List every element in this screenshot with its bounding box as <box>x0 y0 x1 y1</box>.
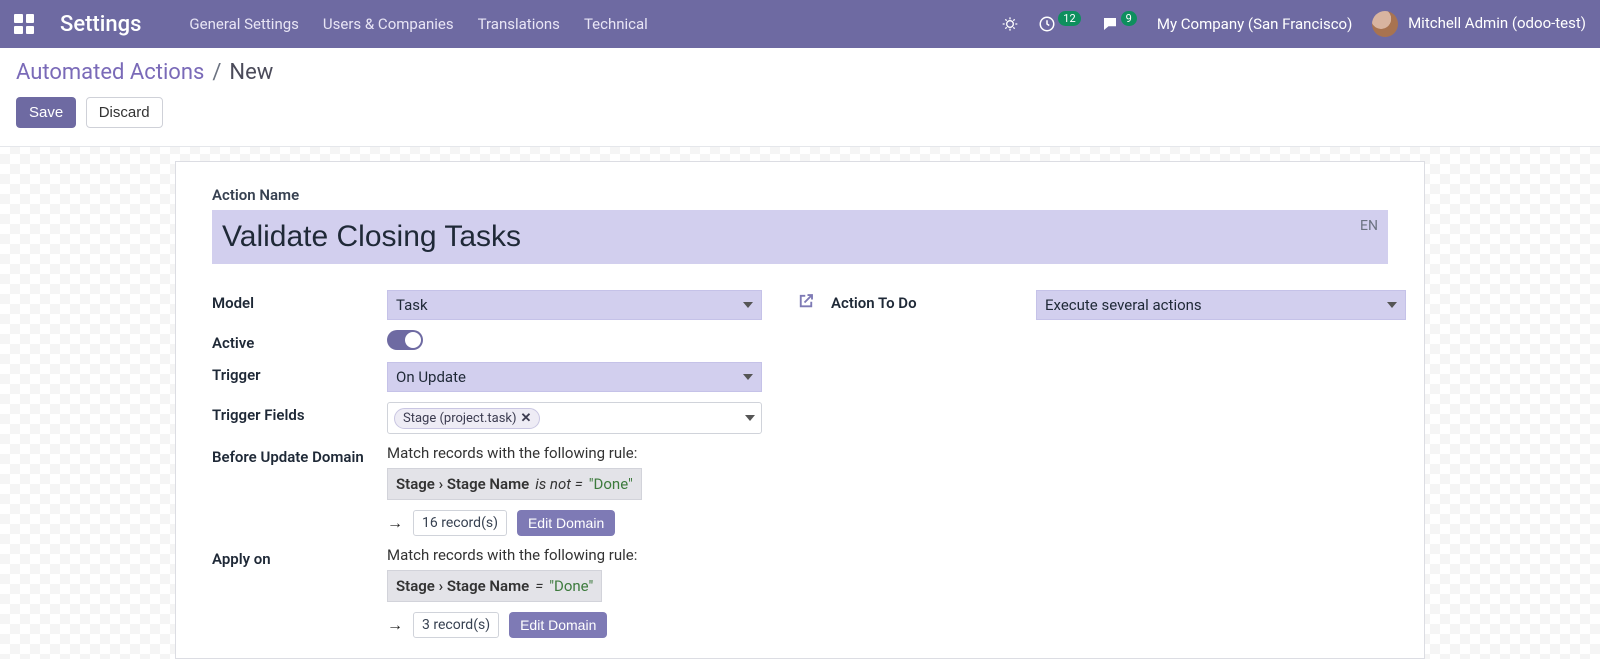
domain-path: Stage › Stage Name <box>396 475 529 493</box>
action-to-do-label: Action To Do <box>831 290 991 312</box>
translate-badge[interactable]: EN <box>1360 218 1378 234</box>
app-title: Settings <box>60 12 141 37</box>
match-rule-text: Match records with the following rule: <box>387 546 831 564</box>
company-selector[interactable]: My Company (San Francisco) <box>1157 15 1352 33</box>
action-name-label: Action Name <box>212 186 1388 204</box>
top-navbar: Settings General Settings Users & Compan… <box>0 0 1600 48</box>
debug-icon[interactable] <box>1002 16 1018 32</box>
sheet-header: Action Name EN <box>212 186 1388 264</box>
edit-domain-button[interactable]: Edit Domain <box>509 612 607 638</box>
model-external-link-icon[interactable] <box>787 290 831 315</box>
domain-operator: = <box>535 577 543 595</box>
activity-icon[interactable]: 12 <box>1038 15 1080 33</box>
active-toggle[interactable] <box>387 330 423 350</box>
action-to-do-select[interactable]: Execute several actions <box>1036 290 1406 320</box>
nav-translations[interactable]: Translations <box>478 15 560 33</box>
edit-domain-button[interactable]: Edit Domain <box>517 510 615 536</box>
messages-icon[interactable]: 9 <box>1101 15 1137 33</box>
arrow-right-icon[interactable]: → <box>387 513 403 533</box>
apply-domain-chip: Stage › Stage Name = "Done" <box>387 570 602 602</box>
domain-operator: is not = <box>535 475 583 493</box>
action-to-do-value: Execute several actions <box>1045 296 1202 314</box>
model-select[interactable]: Task <box>387 290 762 320</box>
domain-path: Stage › Stage Name <box>396 577 529 595</box>
trigger-value: On Update <box>396 368 466 386</box>
breadcrumb-root[interactable]: Automated Actions <box>16 60 204 85</box>
app-switcher-icon[interactable] <box>14 14 34 34</box>
trigger-field-tag: Stage (project.task) ✕ <box>394 408 540 429</box>
match-rule-text: Match records with the following rule: <box>387 444 831 462</box>
tag-remove-icon[interactable]: ✕ <box>521 411 532 426</box>
apply-on-domain-block: Match records with the following rule: S… <box>387 546 831 638</box>
before-update-domain-label: Before Update Domain <box>212 444 387 468</box>
tag-text: Stage (project.task) <box>403 411 517 426</box>
user-name: Mitchell Admin (odoo-test) <box>1408 14 1586 32</box>
breadcrumb-current: New <box>229 60 273 85</box>
apply-on-label: Apply on <box>212 546 387 568</box>
chevron-down-icon <box>743 302 753 308</box>
model-label: Model <box>212 290 387 312</box>
active-label: Active <box>212 330 387 352</box>
trigger-fields-input[interactable]: Stage (project.task) ✕ <box>387 402 762 434</box>
navbar-right: 12 9 My Company (San Francisco) Mitchell… <box>1002 11 1586 37</box>
trigger-select[interactable]: On Update <box>387 362 762 392</box>
activity-badge: 12 <box>1058 11 1080 26</box>
action-name-input[interactable] <box>212 210 1388 264</box>
domain-value: "Done" <box>589 475 633 493</box>
chevron-down-icon <box>743 374 753 380</box>
save-button[interactable]: Save <box>16 97 76 128</box>
before-update-domain-block: Match records with the following rule: S… <box>387 444 831 536</box>
chevron-down-icon <box>1387 302 1397 308</box>
before-domain-chip: Stage › Stage Name is not = "Done" <box>387 468 642 500</box>
apply-records-count[interactable]: 3 record(s) <box>413 612 499 638</box>
control-bar: Automated Actions / New Save Discard <box>0 48 1600 147</box>
user-menu[interactable]: Mitchell Admin (odoo-test) <box>1372 11 1586 37</box>
avatar <box>1372 11 1398 37</box>
messages-badge: 9 <box>1121 11 1137 26</box>
discard-button[interactable]: Discard <box>86 97 163 128</box>
chevron-down-icon <box>745 415 755 421</box>
domain-value: "Done" <box>549 577 593 595</box>
navbar-menu: General Settings Users & Companies Trans… <box>189 15 647 33</box>
trigger-label: Trigger <box>212 362 387 384</box>
nav-technical[interactable]: Technical <box>584 15 648 33</box>
breadcrumb-separator: / <box>212 60 221 85</box>
nav-users-companies[interactable]: Users & Companies <box>323 15 454 33</box>
breadcrumb: Automated Actions / New <box>16 60 1584 85</box>
model-value: Task <box>396 296 428 314</box>
nav-general-settings[interactable]: General Settings <box>189 15 299 33</box>
trigger-fields-label: Trigger Fields <box>212 402 387 424</box>
before-records-count[interactable]: 16 record(s) <box>413 510 507 536</box>
arrow-right-icon[interactable]: → <box>387 615 403 635</box>
form-sheet: Action Name EN Model Task Action To Do E… <box>175 161 1425 659</box>
